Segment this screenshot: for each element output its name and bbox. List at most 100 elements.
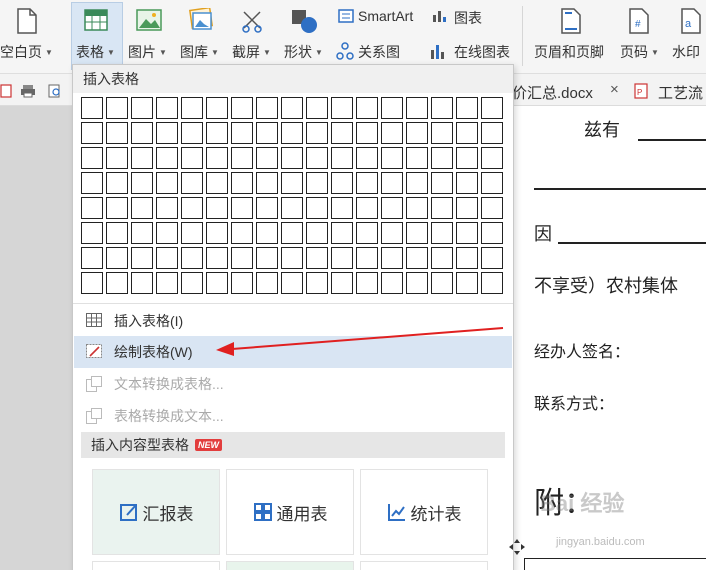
- move-handle-icon[interactable]: [508, 538, 526, 556]
- table-grid-cell[interactable]: [181, 97, 203, 119]
- table-grid-cell[interactable]: [106, 147, 128, 169]
- table-grid-cell[interactable]: [431, 222, 453, 244]
- card-row2-3[interactable]: [360, 561, 488, 570]
- table-grid-cell[interactable]: [206, 172, 228, 194]
- table-grid-cell[interactable]: [156, 247, 178, 269]
- table-grid-cell[interactable]: [281, 272, 303, 294]
- table-grid-cell[interactable]: [381, 197, 403, 219]
- table-grid-cell[interactable]: [456, 197, 478, 219]
- table-grid-cell[interactable]: [306, 122, 328, 144]
- table-grid-cell[interactable]: [156, 147, 178, 169]
- table-grid-cell[interactable]: [406, 97, 428, 119]
- table-grid-cell[interactable]: [331, 247, 353, 269]
- table-grid-cell[interactable]: [356, 147, 378, 169]
- table-grid-cell[interactable]: [256, 172, 278, 194]
- header-footer-button[interactable]: 页眉和页脚: [534, 42, 604, 62]
- table-grid-cell[interactable]: [131, 222, 153, 244]
- watermark-button[interactable]: 水印: [672, 42, 700, 62]
- table-grid-cell[interactable]: [81, 97, 103, 119]
- table-grid-cell[interactable]: [131, 197, 153, 219]
- table-grid-cell[interactable]: [156, 172, 178, 194]
- table-grid-cell[interactable]: [206, 147, 228, 169]
- blank-page-button[interactable]: 空白页 ▼: [0, 42, 53, 62]
- table-grid-cell[interactable]: [131, 172, 153, 194]
- table-grid-cell[interactable]: [231, 172, 253, 194]
- table-grid-cell[interactable]: [381, 272, 403, 294]
- table-grid-cell[interactable]: [231, 147, 253, 169]
- table-grid-cell[interactable]: [456, 247, 478, 269]
- table-grid-cell[interactable]: [456, 172, 478, 194]
- table-grid-cell[interactable]: [331, 172, 353, 194]
- table-grid-cell[interactable]: [331, 97, 353, 119]
- table-grid-cell[interactable]: [431, 197, 453, 219]
- table-grid-cell[interactable]: [356, 247, 378, 269]
- table-grid-cell[interactable]: [231, 122, 253, 144]
- table-grid-cell[interactable]: [181, 272, 203, 294]
- table-grid-cell[interactable]: [431, 172, 453, 194]
- card-report-table[interactable]: 汇报表: [92, 469, 220, 555]
- table-grid-cell[interactable]: [106, 172, 128, 194]
- table-grid-cell[interactable]: [481, 222, 503, 244]
- relation-chart-button[interactable]: 关系图: [358, 42, 400, 62]
- table-grid-cell[interactable]: [281, 222, 303, 244]
- table-grid-cell[interactable]: [481, 97, 503, 119]
- table-grid-cell[interactable]: [431, 97, 453, 119]
- table-grid-cell[interactable]: [281, 122, 303, 144]
- table-grid-cell[interactable]: [306, 247, 328, 269]
- table-grid-cell[interactable]: [256, 197, 278, 219]
- table-grid-cell[interactable]: [131, 147, 153, 169]
- table-grid-cell[interactable]: [131, 272, 153, 294]
- table-grid-cell[interactable]: [381, 172, 403, 194]
- table-grid-cell[interactable]: [481, 147, 503, 169]
- table-grid-cell[interactable]: [81, 147, 103, 169]
- screenshot-button[interactable]: 截屏 ▼: [232, 42, 271, 62]
- table-grid-cell[interactable]: [381, 222, 403, 244]
- smartart-button[interactable]: SmartArt: [358, 8, 413, 24]
- table-grid-cell[interactable]: [406, 197, 428, 219]
- table-grid-cell[interactable]: [431, 272, 453, 294]
- table-grid-cell[interactable]: [106, 197, 128, 219]
- table-grid-cell[interactable]: [331, 222, 353, 244]
- print-preview-icon[interactable]: [48, 84, 62, 98]
- table-grid-cell[interactable]: [81, 247, 103, 269]
- table-grid-cell[interactable]: [106, 247, 128, 269]
- table-grid-cell[interactable]: [306, 197, 328, 219]
- shapes-button[interactable]: 形状 ▼: [284, 42, 323, 62]
- table-grid-cell[interactable]: [256, 247, 278, 269]
- menu-table-to-text[interactable]: 表格转换成文本...: [74, 400, 512, 432]
- table-grid-cell[interactable]: [281, 247, 303, 269]
- table-grid-cell[interactable]: [156, 122, 178, 144]
- table-grid-cell[interactable]: [456, 272, 478, 294]
- table-grid-cell[interactable]: [281, 97, 303, 119]
- table-size-grid[interactable]: [81, 97, 506, 297]
- table-grid-cell[interactable]: [331, 122, 353, 144]
- table-grid-cell[interactable]: [206, 122, 228, 144]
- table-grid-cell[interactable]: [356, 272, 378, 294]
- table-grid-cell[interactable]: [206, 247, 228, 269]
- table-grid-cell[interactable]: [406, 147, 428, 169]
- table-grid-cell[interactable]: [81, 197, 103, 219]
- table-grid-cell[interactable]: [106, 272, 128, 294]
- table-grid-cell[interactable]: [331, 272, 353, 294]
- table-grid-cell[interactable]: [106, 222, 128, 244]
- table-grid-cell[interactable]: [281, 197, 303, 219]
- table-grid-cell[interactable]: [256, 122, 278, 144]
- table-grid-cell[interactable]: [131, 247, 153, 269]
- table-grid-cell[interactable]: [231, 222, 253, 244]
- table-grid-cell[interactable]: [256, 147, 278, 169]
- table-grid-cell[interactable]: [306, 97, 328, 119]
- table-grid-cell[interactable]: [206, 197, 228, 219]
- table-button[interactable]: 表格 ▼: [76, 42, 115, 62]
- table-grid-cell[interactable]: [181, 122, 203, 144]
- menu-insert-table[interactable]: 插入表格(I): [74, 305, 512, 337]
- table-grid-cell[interactable]: [181, 172, 203, 194]
- table-grid-cell[interactable]: [356, 97, 378, 119]
- table-grid-cell[interactable]: [481, 122, 503, 144]
- table-grid-cell[interactable]: [381, 247, 403, 269]
- table-grid-cell[interactable]: [81, 172, 103, 194]
- table-grid-cell[interactable]: [356, 172, 378, 194]
- table-grid-cell[interactable]: [231, 272, 253, 294]
- print-icon[interactable]: [20, 84, 36, 98]
- table-grid-cell[interactable]: [131, 97, 153, 119]
- table-grid-cell[interactable]: [356, 122, 378, 144]
